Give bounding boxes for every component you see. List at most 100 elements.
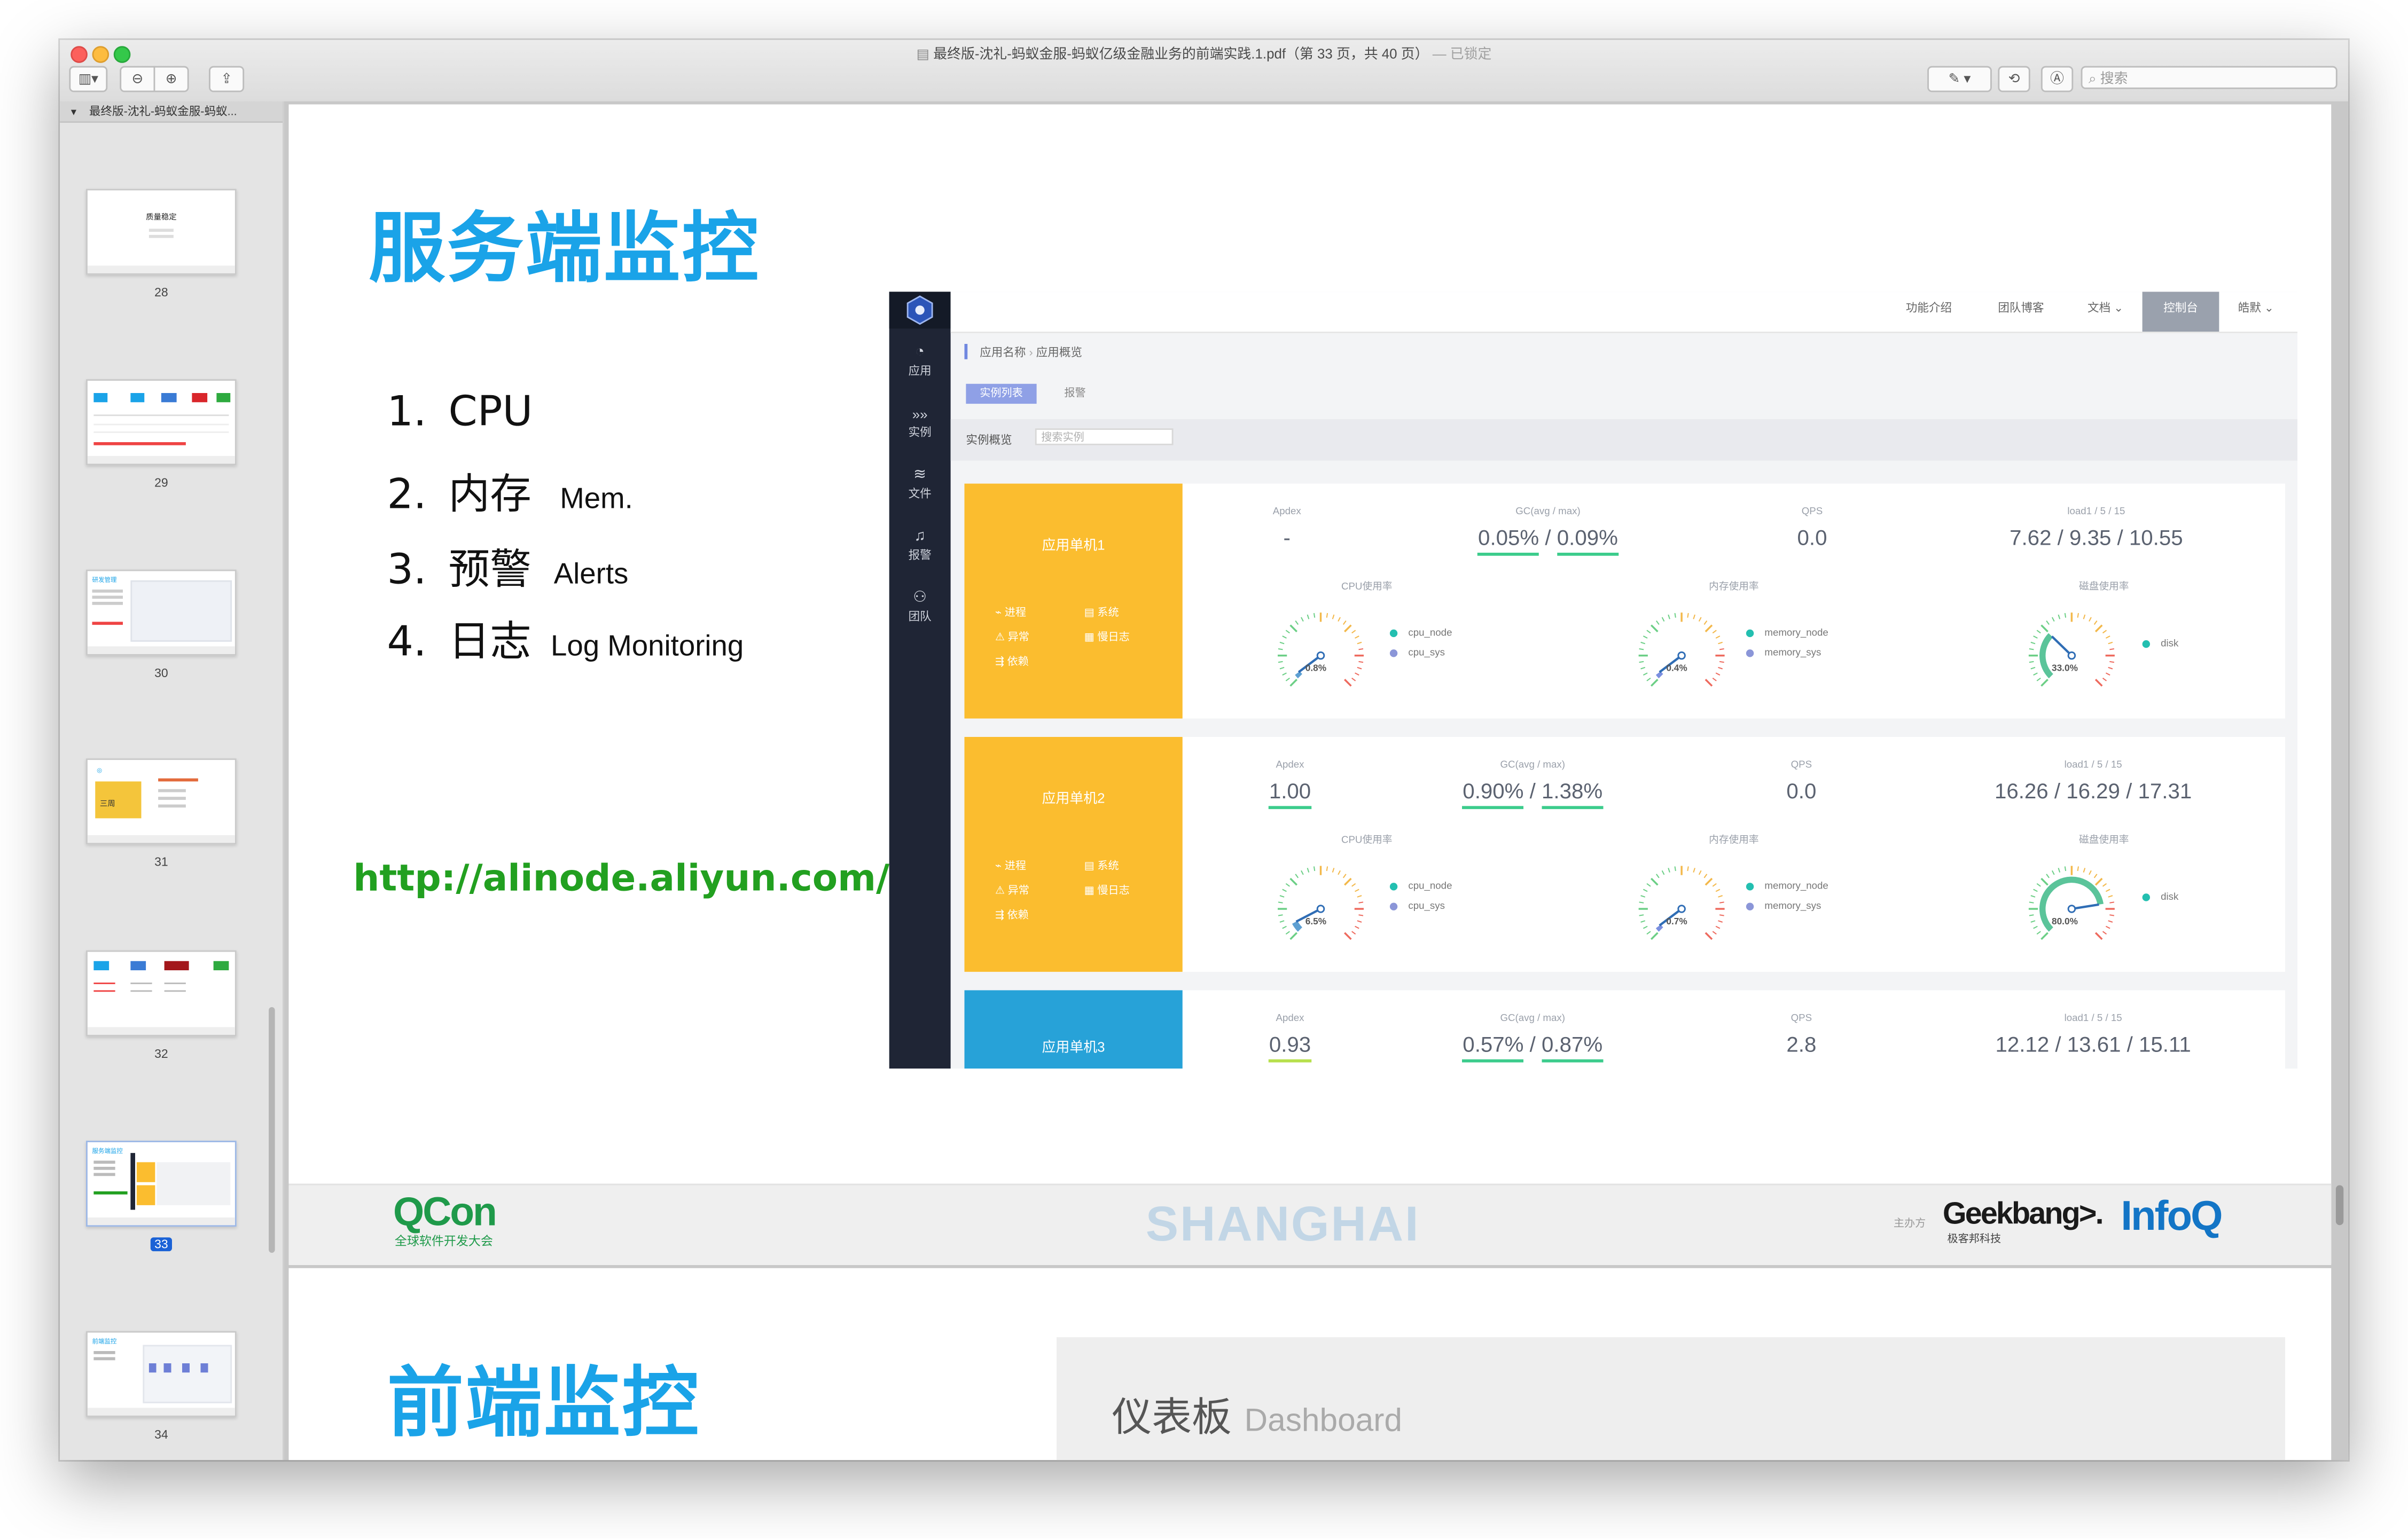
gauge-tick: [1718, 895, 1723, 898]
legend-mem-node: memory_node: [1746, 881, 1828, 892]
legend-label: cpu_node: [1408, 881, 1452, 892]
page-number: 28: [154, 285, 168, 300]
apdex-value: 0.93: [1152, 1032, 1428, 1063]
sidebar-scrollbar[interactable]: [269, 1007, 275, 1253]
list-text: 日志: [448, 618, 531, 666]
sidebar-toggle-button[interactable]: ▥▾: [69, 66, 108, 92]
gauge-tick: [1650, 877, 1659, 886]
disk-usage-label: 磁盘使用率: [2079, 835, 2129, 846]
gauge-tick: [1285, 678, 1290, 681]
thumbnail-page-29[interactable]: [86, 379, 237, 466]
gauge-tick: [1715, 672, 1721, 676]
breadcrumb-item[interactable]: 应用名称: [980, 346, 1026, 359]
tab-alerts[interactable]: 报警: [1052, 384, 1098, 404]
exception-link[interactable]: ⚠ 异常: [995, 630, 1029, 645]
disclosure-triangle-icon[interactable]: ▼: [69, 109, 78, 118]
gauge-tick: [1687, 866, 1689, 871]
gauge-tick: [2033, 889, 2038, 892]
legend-disk: disk: [2142, 892, 2178, 903]
dashboard-panel-title: 仪表板 Dashboard: [1112, 1386, 1402, 1443]
deps-link[interactable]: ⇶ 依赖: [995, 907, 1029, 923]
gc-avg: 0.90%: [1463, 779, 1524, 810]
page-number: 31: [154, 855, 168, 869]
gauge-tick: [1295, 874, 1299, 878]
search-icon: ⌕: [2089, 70, 2097, 86]
thumbnail-page-34[interactable]: 前端监控: [86, 1331, 237, 1417]
qcon-subtitle: 全球软件开发大会: [394, 1234, 493, 1249]
gauge-tick: [2093, 874, 2098, 878]
process-link[interactable]: ⌁ 进程: [995, 605, 1026, 621]
thumbnail-page-32[interactable]: [86, 950, 237, 1037]
menu-features[interactable]: 功能介绍: [1890, 292, 1967, 332]
qps-label: QPS: [1791, 1013, 1812, 1024]
slowlog-link[interactable]: ▦ 慢日志: [1084, 883, 1130, 898]
document-scrollbar[interactable]: [2335, 1185, 2344, 1226]
instance-card-header[interactable]: 应用单机1 ⌁ 进程 ▤ 系统 ⚠ 异常 ▦ 慢日志 ⇶ 依赖: [964, 483, 1183, 719]
menu-console[interactable]: 控制台: [2142, 292, 2219, 332]
zoom-out-icon: ⊖: [131, 70, 144, 86]
nav-item-alert[interactable]: ♫ 报警: [889, 528, 951, 563]
thumbnail-page-28[interactable]: 质量稳定: [86, 189, 237, 275]
sidebar-document-header[interactable]: ▼ 最终版-沈礼-蚂蚁金服-蚂蚁...: [60, 101, 283, 123]
rotate-icon: ⟲: [2008, 70, 2020, 86]
gauge-tick: [1285, 883, 1290, 887]
list-text-en: Alerts: [553, 559, 629, 591]
gauge-tick: [1668, 868, 1670, 873]
gauge-tick: [2108, 641, 2113, 645]
menu-docs[interactable]: 文档 ⌄: [2069, 292, 2143, 332]
gauge-hub: [2067, 651, 2076, 660]
instance-name: 应用单机3: [1042, 1039, 1105, 1055]
disk-gauge: [2028, 613, 2115, 687]
nav-item-file[interactable]: ≋ 文件: [889, 467, 951, 502]
alinode-url-link[interactable]: http://alinode.aliyun.com/: [353, 857, 889, 900]
gauge-tick: [1279, 641, 1285, 645]
exception-link[interactable]: ⚠ 异常: [995, 883, 1029, 898]
nav-item-instance[interactable]: »» 实例: [889, 405, 951, 441]
screen: ▤ 最终版-沈礼-蚂蚁金服-蚂蚁亿级金融业务的前端实践.1.pdf（第 33 页…: [0, 0, 2408, 1538]
instance-card-header[interactable]: 应用单机2 ⌁ 进程 ▤ 系统 ⚠ 异常 ▦ 慢日志 ⇶ 依赖: [964, 737, 1183, 972]
disk-gauge-label: 80.0%: [2052, 918, 2078, 928]
gauge-tick: [2083, 868, 2086, 873]
gauge-tick: [1355, 672, 1359, 676]
qps-value: 0.0: [1786, 778, 1817, 803]
page-number: 30: [154, 666, 168, 680]
gauge-tick: [1715, 635, 1721, 639]
exception-label: 异常: [1007, 632, 1029, 643]
window-title-text: 最终版-沈礼-蚂蚁金服-蚂蚁亿级金融业务的前端实践.1.pdf（第 33 页，共…: [933, 46, 1429, 61]
disk-gauge-label: 33.0%: [2052, 664, 2078, 674]
system-link[interactable]: ▤ 系统: [1084, 605, 1119, 621]
share-button[interactable]: ⇪: [209, 66, 245, 92]
chevrons-icon: »»: [912, 406, 928, 422]
menu-team-blog[interactable]: 团队博客: [1983, 292, 2060, 332]
gauge-tick: [1307, 868, 1310, 873]
deps-link[interactable]: ⇶ 依赖: [995, 654, 1029, 670]
instance-search-input[interactable]: 搜索实例: [1035, 428, 1174, 445]
thumbnail-page-30[interactable]: 研发管理: [86, 569, 237, 656]
thumbnail-page-31[interactable]: ◎ 三周: [86, 758, 237, 845]
menu-user[interactable]: 皓默 ⌄: [2222, 292, 2290, 332]
tab-instance-list[interactable]: 实例列表: [966, 383, 1037, 404]
nav-item-app[interactable]: ◔ 应用: [889, 344, 951, 379]
apdex-value-text: 1.00: [1269, 779, 1311, 810]
slowlog-link[interactable]: ▦ 慢日志: [1084, 630, 1130, 645]
nav-item-team[interactable]: ⚇ 团队: [889, 590, 951, 625]
annotate-button[interactable]: Ⓐ: [2040, 66, 2074, 92]
thumbnail-page-33[interactable]: 服务端监控: [86, 1141, 237, 1227]
legend-cpu-sys: cpu_sys: [1389, 648, 1445, 658]
instance-card-header[interactable]: 应用单机3: [964, 990, 1183, 1069]
hexagon-logo-icon: [906, 295, 933, 325]
zoom-in-button[interactable]: ⊕: [153, 66, 189, 92]
rotate-button[interactable]: ⟲: [1998, 66, 2030, 92]
markup-button[interactable]: ✎ ▾: [1927, 66, 1992, 92]
process-link[interactable]: ⌁ 进程: [995, 858, 1026, 874]
cpu-usage-label: CPU使用率: [1341, 582, 1393, 593]
search-field[interactable]: ⌕ 搜索: [2081, 66, 2337, 89]
gauge-tick: [2089, 617, 2092, 622]
gauge-tick: [2105, 889, 2110, 892]
zoom-out-button[interactable]: ⊖: [120, 66, 155, 92]
gauge-tick: [2093, 620, 2098, 625]
apdex-value-text: 0.93: [1269, 1032, 1311, 1063]
system-link[interactable]: ▤ 系统: [1084, 858, 1119, 874]
mem-usage-label: 内存使用率: [1709, 835, 1759, 846]
cpu-gauge: [1278, 866, 1364, 940]
